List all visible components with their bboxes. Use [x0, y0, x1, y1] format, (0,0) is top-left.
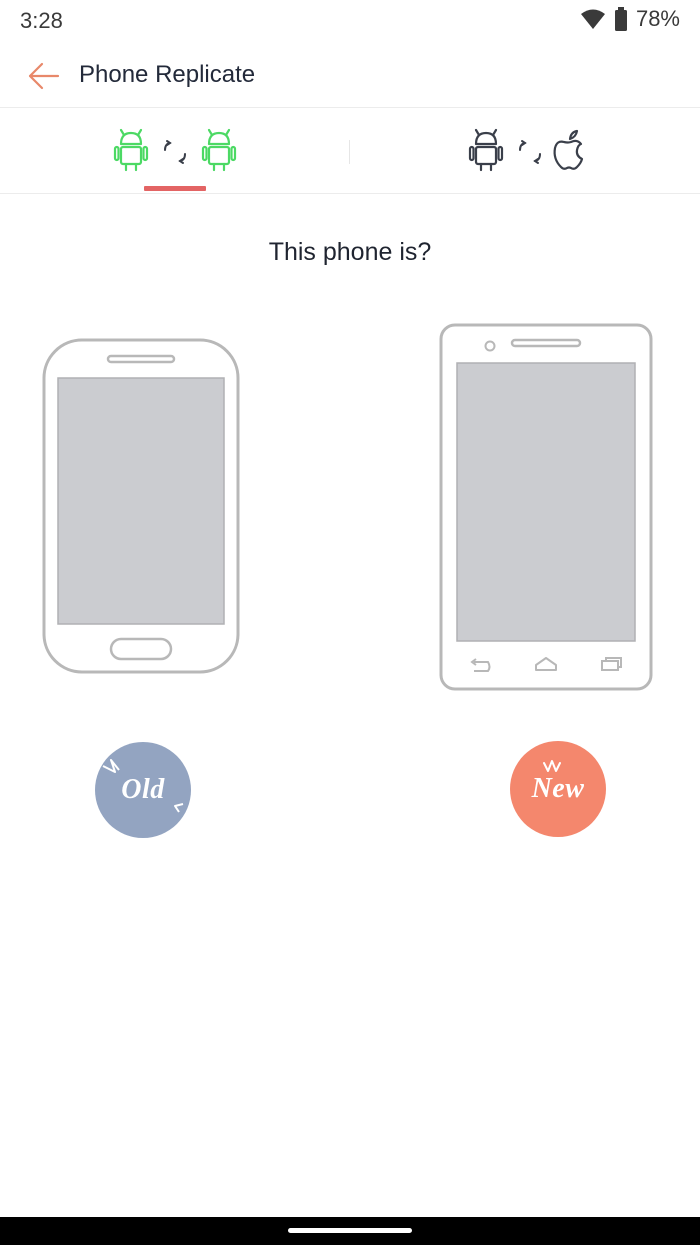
active-tab-indicator — [144, 186, 206, 191]
back-button[interactable] — [22, 56, 66, 96]
apple-icon — [553, 129, 584, 170]
battery-icon — [614, 7, 627, 31]
sync-arrows-icon — [519, 140, 541, 164]
android-icon — [113, 128, 149, 172]
status-icons: 78% — [580, 6, 680, 32]
status-bar: 3:28 78% — [0, 0, 700, 44]
crack-icon — [102, 759, 184, 813]
wifi-icon — [580, 9, 605, 29]
battery-percent: 78% — [635, 6, 680, 31]
home-gesture-handle[interactable] — [288, 1228, 412, 1233]
tab-android-to-iphone[interactable] — [350, 108, 700, 194]
transfer-type-tabs — [0, 108, 700, 194]
status-time: 3:28 — [20, 8, 63, 33]
system-navigation-bar — [0, 1217, 700, 1245]
app-bar: Phone Replicate — [0, 44, 700, 108]
new-phone-illustration[interactable] — [438, 322, 654, 697]
new-phone-button[interactable]: New — [510, 741, 606, 837]
android-icon — [468, 128, 504, 172]
sync-arrows-icon — [164, 140, 186, 164]
sparkle-icon — [543, 760, 561, 772]
tab-android-to-android[interactable] — [0, 108, 350, 194]
arrow-left-icon — [28, 62, 60, 90]
android-icon — [201, 128, 237, 172]
old-phone-illustration[interactable] — [42, 338, 242, 683]
old-phone-button[interactable]: Old — [95, 742, 191, 838]
question-text: This phone is? — [268, 238, 432, 266]
phone-replicate-screen: 3:28 78% Phone Replicate This phone is? … — [0, 0, 700, 1245]
page-title: Phone Replicate — [79, 61, 256, 88]
